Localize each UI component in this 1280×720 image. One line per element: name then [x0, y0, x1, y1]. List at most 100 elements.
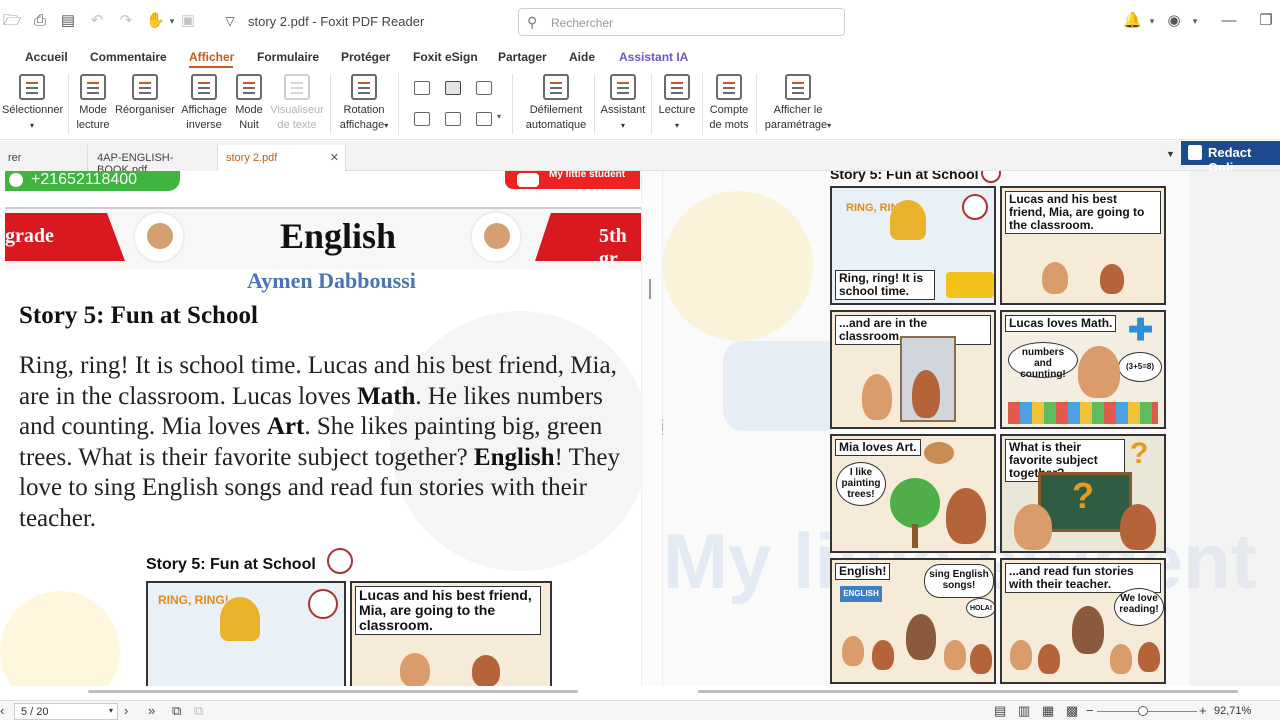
autoscroll-button[interactable]: Défilement automatique: [522, 74, 590, 133]
bell-icon: [220, 597, 260, 641]
close-tab-icon[interactable]: ✕: [330, 151, 339, 164]
ribbon-separator: [68, 74, 69, 134]
chevron-down-icon[interactable]: ▾: [497, 112, 501, 121]
mia-figure: [472, 655, 500, 686]
document-page-left[interactable]: +21652118400 My little student grade 5th…: [0, 171, 641, 686]
rotate-view-button[interactable]: Rotation affichage▾: [336, 74, 392, 133]
quick-access-dropdown-icon[interactable]: ▽: [221, 12, 239, 30]
comic-panel-2: Lucas and his best friend, Mia, are goin…: [1000, 186, 1166, 305]
split-view-icon[interactable]: [476, 112, 492, 126]
reorganize-button[interactable]: Réorganiser: [115, 74, 175, 118]
read-mode-button[interactable]: Mode lecture: [72, 74, 114, 133]
lucas-figure: [862, 374, 892, 420]
mia-figure: [912, 370, 940, 418]
paste-page-icon[interactable]: ⧉: [194, 703, 203, 719]
continuous-facing-icon[interactable]: [414, 112, 430, 126]
chevron-down-icon[interactable]: ▾: [1143, 12, 1161, 30]
menu-aide[interactable]: Aide: [569, 50, 595, 64]
open-folder-icon[interactable]: 🗁: [3, 12, 22, 30]
word-count-button[interactable]: Compte de mots: [706, 74, 752, 133]
continuous-facing-view-icon[interactable]: ▩: [1066, 703, 1078, 719]
show-settings-button[interactable]: Afficher le paramétrage▾: [762, 74, 834, 133]
plus-icon: ✚: [1128, 314, 1154, 347]
horizontal-scrollbar-right[interactable]: [698, 690, 1238, 693]
redact-online-button[interactable]: Redact Onli: [1181, 141, 1280, 175]
select-button[interactable]: Sélectionner ▾: [2, 74, 63, 133]
story-paragraph: Ring, ring! It is school time. Lucas and…: [19, 352, 621, 532]
copy-page-icon[interactable]: ⧉: [172, 703, 181, 719]
mia-figure: [1100, 264, 1124, 294]
story-heading: Story 5: Fun at School: [19, 302, 258, 329]
menu-afficher[interactable]: Afficher: [189, 50, 234, 64]
menu-proteger[interactable]: Protéger: [341, 50, 390, 64]
speech-bubble: I like painting trees!: [836, 462, 886, 506]
title-bar: 🗁 ⎙ ▤ ↶ ↷ ✋ ▾ ▣ ▽ story 2.pdf - Foxit PD…: [0, 0, 1280, 44]
account-icon[interactable]: ◉: [1165, 12, 1183, 30]
menu-accueil[interactable]: Accueil: [25, 50, 68, 64]
chevron-down-icon[interactable]: ▾: [1186, 12, 1204, 30]
tab-4ap-english-book[interactable]: 4AP-ENGLISH-BOOK.pdf: [89, 145, 218, 176]
ribbon-separator: [398, 74, 399, 134]
tab-previous-doc[interactable]: rer: [0, 145, 88, 171]
horizontal-scrollbar-left[interactable]: [88, 690, 578, 693]
student-figure: [944, 640, 966, 670]
reading-button[interactable]: Lecture ▾: [655, 74, 699, 133]
background-lightbulb: [663, 191, 813, 341]
wall-clock-icon: [962, 194, 988, 220]
last-page-icon[interactable]: »: [148, 703, 155, 718]
lucas-figure: [400, 653, 430, 686]
tab-story-2[interactable]: story 2.pdf ✕: [218, 145, 346, 171]
text-viewer-icon: [284, 74, 310, 100]
previous-page-icon[interactable]: ‹: [0, 703, 4, 718]
single-page-view-icon[interactable]: ▤: [994, 703, 1006, 719]
text-viewer-button[interactable]: Visualiseur de texte: [269, 74, 325, 133]
menu-partager[interactable]: Partager: [498, 50, 547, 64]
continuous-view-icon[interactable]: ▥: [1018, 703, 1030, 719]
student-figure: [1138, 642, 1160, 672]
hand-tool-icon[interactable]: ✋: [146, 12, 165, 30]
save-icon[interactable]: ▣: [179, 12, 197, 30]
tab-list-dropdown-icon[interactable]: ▼: [1166, 149, 1175, 159]
reorganize-pages-icon: [132, 74, 158, 100]
restore-window-icon[interactable]: ❐: [1257, 12, 1275, 30]
comic-panel-1: RING, RING!: [146, 581, 346, 686]
document-page-right[interactable]: My little student Story 5: Fun at School…: [663, 171, 1280, 686]
zoom-slider-thumb[interactable]: [1138, 706, 1148, 716]
minimize-icon[interactable]: —: [1220, 12, 1238, 30]
ribbon-separator: [702, 74, 703, 134]
undo-icon[interactable]: ↶: [88, 12, 106, 30]
menu-formulaire[interactable]: Formulaire: [257, 50, 319, 64]
zoom-level[interactable]: 92,71%: [1214, 705, 1251, 717]
search-input[interactable]: ⚲ Rechercher: [518, 8, 845, 36]
print-icon[interactable]: ⎙: [31, 12, 49, 30]
math-bubble: (3+5=8): [1118, 352, 1162, 382]
page-number-input[interactable]: 5 / 20 ▾: [14, 703, 118, 720]
student-figure: [872, 640, 894, 670]
continuous-page-icon[interactable]: [445, 81, 461, 95]
bell-icon[interactable]: 🔔: [1123, 12, 1142, 30]
zoom-in-icon[interactable]: +: [1199, 703, 1207, 718]
zoom-out-icon[interactable]: −: [1086, 703, 1094, 718]
ribbon-separator: [330, 74, 331, 134]
mia-figure: [1120, 504, 1156, 550]
menu-assistant-ia[interactable]: Assistant IA: [619, 50, 688, 64]
youtube-icon: [517, 173, 539, 187]
single-page-icon[interactable]: [414, 81, 430, 95]
next-page-icon[interactable]: ›: [124, 703, 128, 718]
chevron-down-icon[interactable]: ▾: [109, 706, 113, 715]
subject-title: English: [280, 216, 397, 256]
redo-icon[interactable]: ↷: [117, 12, 135, 30]
night-mode-button[interactable]: Mode Nuit: [232, 74, 266, 133]
separate-cover-icon[interactable]: [445, 112, 461, 126]
menu-foxit-esign[interactable]: Foxit eSign: [413, 50, 478, 64]
assistant-button[interactable]: Assistant ▾: [598, 74, 648, 133]
menu-commentaire[interactable]: Commentaire: [90, 50, 167, 64]
page-icon[interactable]: ▤: [59, 12, 77, 30]
facing-pages-icon[interactable]: [476, 81, 492, 95]
youtube-banner: My little student: [505, 171, 640, 189]
panel-caption: Lucas loves Math.: [1005, 315, 1117, 332]
phone-number-banner: +21652118400: [5, 171, 180, 191]
logo-badge-left: [133, 211, 185, 263]
facing-view-icon[interactable]: ▦: [1042, 703, 1054, 719]
reverse-view-button[interactable]: Affichage inverse: [178, 74, 230, 133]
